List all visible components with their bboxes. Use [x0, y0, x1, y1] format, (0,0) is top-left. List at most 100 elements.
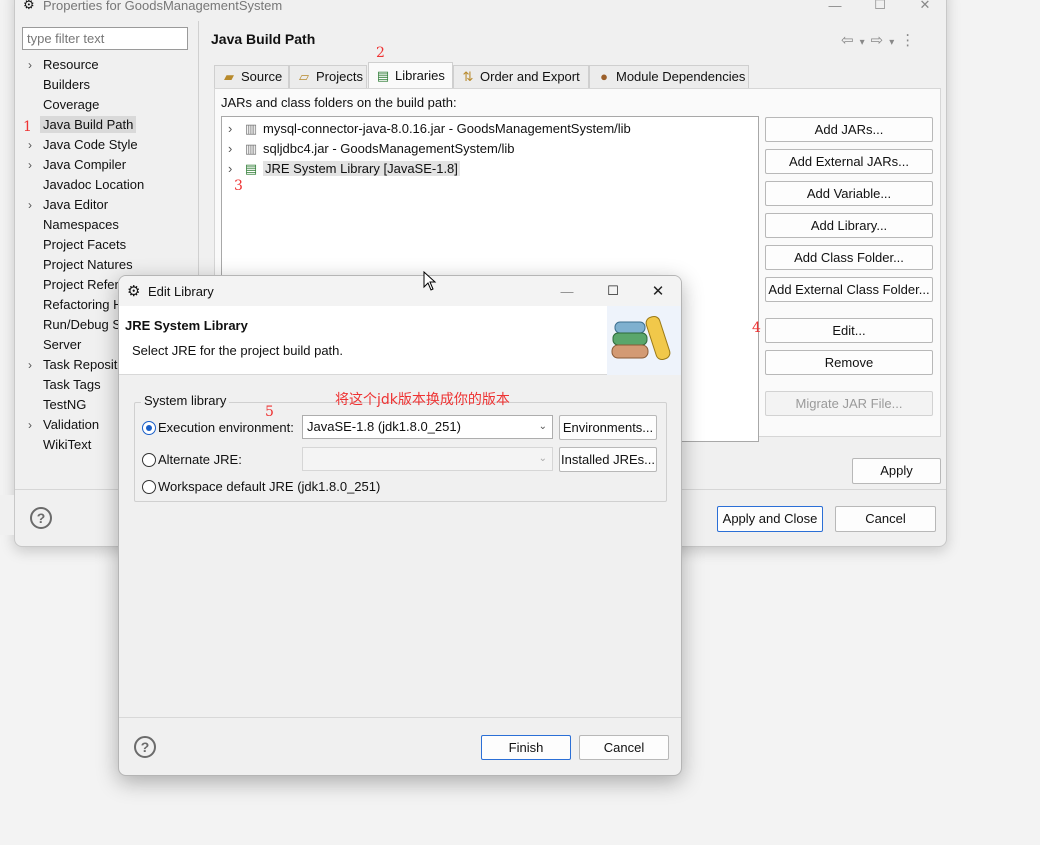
execution-environment-value: JavaSE-1.8 (jdk1.8.0_251) [307, 419, 461, 434]
chevron-right-icon[interactable]: › [228, 119, 242, 139]
dialog-header-description: Select JRE for the project build path. [132, 343, 344, 358]
annotation-mark-5: 5 [265, 404, 274, 420]
tab-order-and-export[interactable]: ⇅ Order and Export [453, 65, 589, 89]
chevron-down-icon[interactable]: ▾ [889, 37, 900, 48]
tree-item-coverage[interactable]: Coverage [25, 95, 200, 115]
add-jars-button[interactable]: Add JARs... [765, 117, 933, 142]
edit-library-dialog: ⚙ Edit Library — ☐ ✕ JRE System Library … [118, 275, 682, 776]
add-library-button[interactable]: Add Library... [765, 213, 933, 238]
libraries-icon: ▤ [376, 68, 390, 83]
annotation-mark-4: 4 [752, 320, 761, 336]
back-arrow-icon[interactable]: ⇦ [841, 32, 860, 49]
dialog-footer-divider [119, 717, 681, 718]
chevron-right-icon[interactable]: › [28, 135, 32, 155]
execution-environment-label[interactable]: Execution environment: [158, 420, 294, 435]
tab-module-dependencies[interactable]: ● Module Dependencies [589, 65, 749, 89]
tree-item-builders[interactable]: Builders [25, 75, 200, 95]
chevron-down-icon: ⌄ [538, 453, 547, 464]
tab-projects[interactable]: ▱ Projects [289, 65, 367, 89]
tree-item-java-compiler[interactable]: › Java Compiler [25, 155, 200, 175]
mouse-cursor-icon [423, 271, 437, 291]
source-folder-icon: ▰ [224, 69, 234, 84]
help-icon[interactable]: ? [30, 507, 52, 529]
chevron-down-icon: ⌄ [538, 421, 547, 432]
chevron-right-icon[interactable]: › [28, 415, 32, 435]
dialog-header-title: JRE System Library [125, 318, 248, 333]
chevron-right-icon[interactable]: › [28, 355, 32, 375]
minimize-button[interactable]: — [815, 0, 855, 19]
window-titlebar: ⚙ Properties for GoodsManagementSystem —… [15, 0, 946, 17]
chevron-right-icon[interactable]: › [28, 155, 32, 175]
close-button[interactable]: ✕ [905, 0, 945, 19]
more-options-icon[interactable]: ⋮ [900, 32, 921, 49]
window-title: Properties for GoodsManagementSystem [43, 0, 283, 13]
library-books-icon [607, 306, 681, 375]
tree-item-java-build-path[interactable]: Java Build Path [25, 115, 200, 135]
cancel-button[interactable]: Cancel [835, 506, 936, 532]
chevron-down-icon[interactable]: ▾ [860, 37, 871, 48]
history-nav: ⇦▾⇨▾⋮ [841, 31, 921, 49]
annotation-mark-2: 2 [376, 45, 385, 61]
dialog-title: Edit Library [148, 284, 214, 299]
edit-button[interactable]: Edit... [765, 318, 933, 343]
jar-icon: ▥ [244, 121, 258, 136]
add-external-jars-button[interactable]: Add External JARs... [765, 149, 933, 174]
chevron-right-icon[interactable]: › [28, 55, 32, 75]
annotation-mark-3: 3 [234, 178, 243, 194]
tab-libraries[interactable]: ▤ Libraries [368, 62, 453, 89]
dialog-titlebar: ⚙ Edit Library — ☐ ✕ [119, 276, 681, 306]
workspace-default-radio[interactable] [142, 480, 156, 494]
add-class-folder-button[interactable]: Add Class Folder... [765, 245, 933, 270]
apply-and-close-button[interactable]: Apply and Close [717, 506, 823, 532]
annotation-mark-1: 1 [23, 119, 32, 135]
close-button[interactable]: ✕ [638, 277, 678, 305]
jar-icon: ▥ [244, 141, 258, 156]
filter-input[interactable] [22, 27, 188, 50]
jars-list-label: JARs and class folders on the build path… [221, 95, 457, 110]
background-window-edge [0, 495, 14, 535]
dialog-app-icon: ⚙ [127, 283, 141, 300]
tree-item-java-code-style[interactable]: › Java Code Style [25, 135, 200, 155]
add-variable-button[interactable]: Add Variable... [765, 181, 933, 206]
maximize-button[interactable]: ☐ [593, 277, 633, 305]
page-title: Java Build Path [211, 31, 316, 47]
tree-item-project-facets[interactable]: Project Facets [25, 235, 200, 255]
remove-button[interactable]: Remove [765, 350, 933, 375]
minimize-button[interactable]: — [547, 277, 587, 305]
projects-folder-icon: ▱ [299, 69, 309, 84]
workspace-default-label[interactable]: Workspace default JRE (jdk1.8.0_251) [158, 479, 380, 494]
execution-environment-select[interactable]: JavaSE-1.8 (jdk1.8.0_251) ⌄ [302, 415, 553, 439]
installed-jres-button[interactable]: Installed JREs... [559, 447, 657, 472]
forward-arrow-icon[interactable]: ⇨ [871, 32, 890, 49]
chevron-right-icon[interactable]: › [228, 159, 242, 179]
tab-source[interactable]: ▰ Source [214, 65, 289, 89]
maximize-button[interactable]: ☐ [860, 0, 900, 19]
apply-button[interactable]: Apply [852, 458, 941, 484]
dialog-header: JRE System Library Select JRE for the pr… [119, 306, 681, 375]
order-export-icon: ⇅ [462, 69, 474, 84]
finish-button[interactable]: Finish [481, 735, 571, 760]
environments-button[interactable]: Environments... [559, 415, 657, 440]
window-app-icon: ⚙ [23, 0, 35, 12]
chevron-right-icon[interactable]: › [28, 195, 32, 215]
tree-item-javadoc-location[interactable]: Javadoc Location [25, 175, 200, 195]
add-external-class-folder-button[interactable]: Add External Class Folder... [765, 277, 933, 302]
tree-item-resource[interactable]: › Resource [25, 55, 200, 75]
alternate-jre-select[interactable]: ⌄ [302, 447, 553, 471]
list-item[interactable]: › ▤ JRE System Library [JavaSE-1.8] [228, 159, 460, 179]
library-icon: ▤ [244, 161, 258, 176]
chevron-right-icon[interactable]: › [228, 139, 242, 159]
tree-item-java-editor[interactable]: › Java Editor [25, 195, 200, 215]
tree-item-namespaces[interactable]: Namespaces [25, 215, 200, 235]
list-item[interactable]: › ▥ sqljdbc4.jar - GoodsManagementSystem/l… [228, 139, 514, 159]
group-label: System library [141, 393, 230, 408]
alternate-jre-radio[interactable] [142, 453, 156, 467]
migrate-jar-button[interactable]: Migrate JAR File... [765, 391, 933, 416]
execution-environment-radio[interactable] [142, 421, 156, 435]
list-item[interactable]: › ▥ mysql-connector-java-8.0.16.jar - Good… [228, 119, 631, 139]
alternate-jre-label[interactable]: Alternate JRE: [158, 452, 242, 467]
help-icon[interactable]: ? [134, 736, 156, 758]
module-icon: ● [600, 69, 608, 84]
tree-item-project-natures[interactable]: Project Natures [25, 255, 200, 275]
cancel-button[interactable]: Cancel [579, 735, 669, 760]
